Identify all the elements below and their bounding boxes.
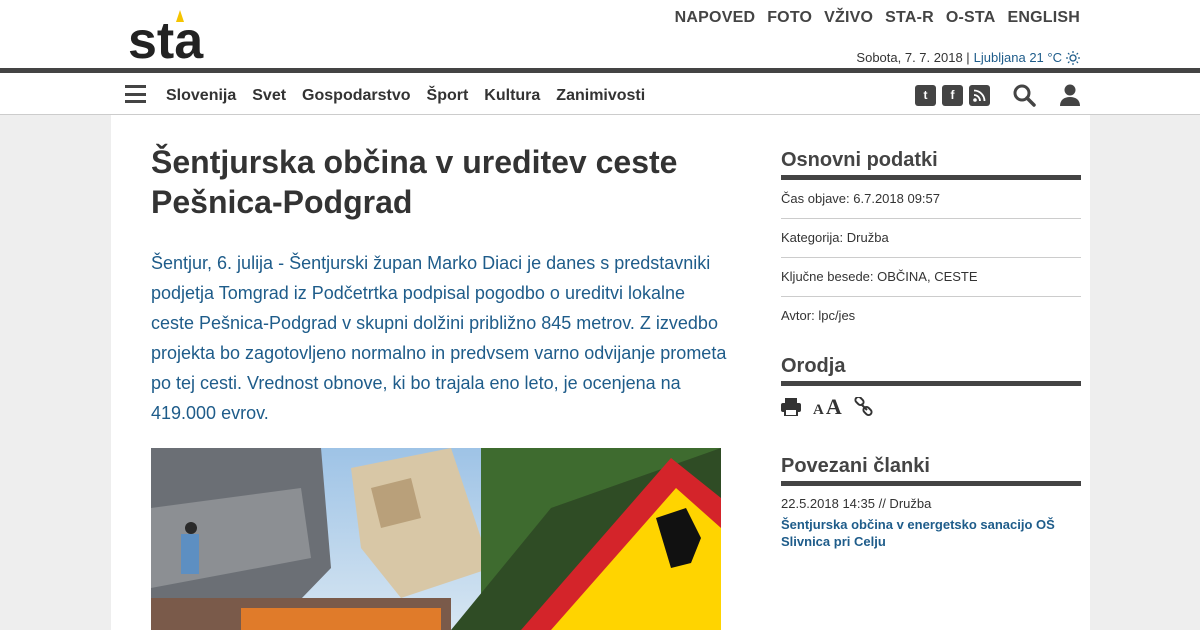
facebook-icon[interactable]: f [942, 84, 963, 106]
sidebar-related: Povezani članki 22.5.2018 14:35 // Družb… [781, 455, 1081, 550]
rss-icon[interactable] [969, 84, 990, 106]
nav-svet[interactable]: Svet [252, 87, 286, 105]
sun-icon [1066, 50, 1080, 65]
tools-title: Orodja [781, 355, 1081, 386]
sta-logo[interactable]: sta [128, 8, 218, 70]
basic-info-title: Osnovni podatki [781, 149, 1081, 180]
category: Kategorija: Družba [781, 219, 1081, 258]
related-meta: 22.5.2018 14:35 // Družba [781, 496, 932, 511]
logo-text: sta [128, 12, 204, 62]
site-header: sta NAPOVED FOTO VŽIVO STA-R O-STA ENGLI… [0, 0, 1200, 70]
user-icon[interactable] [1058, 83, 1082, 107]
publish-time: Čas objave: 6.7.2018 09:57 [781, 180, 1081, 219]
print-icon[interactable] [781, 398, 801, 416]
author: Avtor: lpc/jes [781, 308, 856, 323]
related-title: Povezani članki [781, 455, 1081, 486]
nav-icons: t f [915, 83, 1082, 107]
section-nav: Slovenija Svet Gospodarstvo Šport Kultur… [166, 87, 645, 105]
font-larger-icon[interactable]: A [826, 394, 842, 420]
topnav-english[interactable]: ENGLISH [1007, 9, 1080, 27]
top-nav: NAPOVED FOTO VŽIVO STA-R O-STA ENGLISH [675, 9, 1080, 27]
nav-zanimivosti[interactable]: Zanimivosti [556, 87, 645, 105]
nav-kultura[interactable]: Kultura [484, 87, 540, 105]
font-smaller-icon[interactable]: A [813, 402, 824, 419]
topnav-foto[interactable]: FOTO [767, 9, 812, 27]
weather-link[interactable]: Ljubljana 21 °C [974, 50, 1062, 65]
topnav-napoved[interactable]: NAPOVED [675, 9, 756, 27]
nav-sport[interactable]: Šport [427, 87, 469, 105]
topnav-o-sta[interactable]: O-STA [946, 9, 996, 27]
sidebar-tools: Orodja A A [781, 355, 1081, 420]
current-date: Sobota, 7. 7. 2018 | [856, 50, 970, 65]
article-title: Šentjurska občina v ureditev ceste Pešni… [151, 144, 678, 220]
twitter-icon[interactable]: t [915, 84, 936, 106]
nav-gospodarstvo[interactable]: Gospodarstvo [302, 87, 410, 105]
related-article-link[interactable]: Šentjurska občina v energetsko sanacijo … [781, 516, 1081, 550]
content-area: Šentjurska občina v ureditev ceste Pešni… [111, 115, 1090, 630]
link-icon[interactable] [854, 397, 874, 417]
topnav-vzivo[interactable]: VŽIVO [824, 9, 873, 27]
menu-icon[interactable] [125, 85, 146, 103]
main-nav: Slovenija Svet Gospodarstvo Šport Kultur… [0, 73, 1200, 115]
article-photo[interactable] [151, 448, 721, 630]
article-lead: Šentjur, 6. julija - Šentjurski župan Ma… [151, 253, 727, 423]
topnav-sta-r[interactable]: STA-R [885, 9, 934, 27]
tools-row: A A [781, 386, 1081, 420]
nav-slovenija[interactable]: Slovenija [166, 87, 236, 105]
search-icon[interactable] [1012, 83, 1036, 107]
sidebar-basic-info: Osnovni podatki Čas objave: 6.7.2018 09:… [781, 149, 1081, 335]
keywords: Ključne besede: OBČINA, CESTE [781, 258, 1081, 297]
dateline: Sobota, 7. 7. 2018 | Ljubljana 21 °C [856, 50, 1080, 65]
